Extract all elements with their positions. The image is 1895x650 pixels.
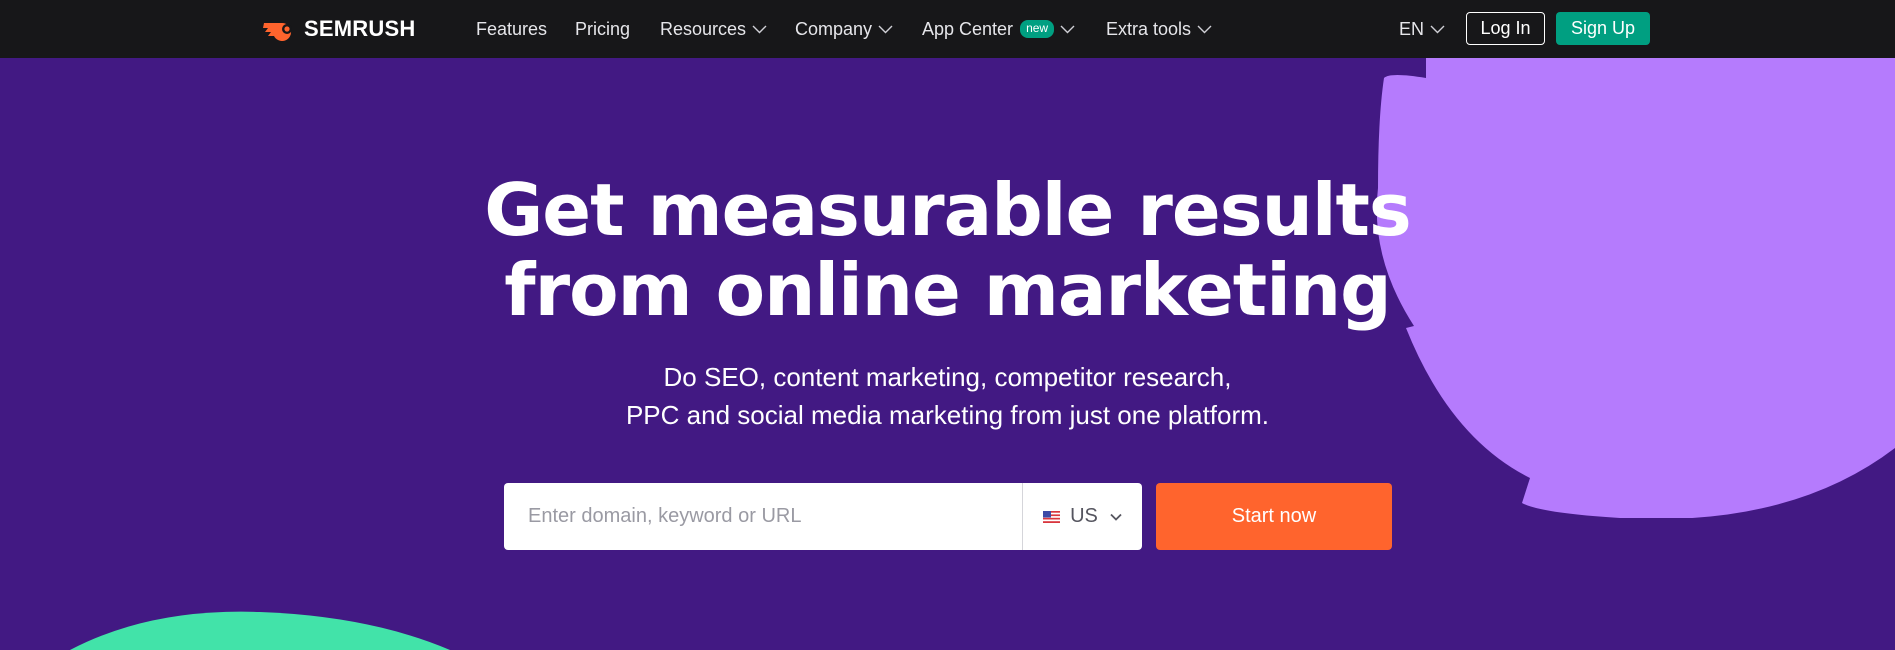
database-selector[interactable]: US	[1022, 483, 1142, 550]
hero-headline-line2: from online marketing	[504, 248, 1391, 332]
nav-app-center-label: App Center	[922, 18, 1014, 39]
chevron-down-icon	[1060, 25, 1075, 33]
green-circle-shape	[70, 611, 450, 650]
hero-headline: Get measurable results from online marke…	[0, 170, 1895, 330]
nav-extra-tools[interactable]: Extra tools	[1106, 0, 1212, 58]
brand-name: SEMRUSH	[304, 16, 416, 41]
chevron-down-icon	[878, 25, 893, 33]
chevron-down-icon	[1197, 25, 1212, 33]
search-input[interactable]	[504, 483, 1022, 550]
hero-subheadline: Do SEO, content marketing, competitor re…	[0, 358, 1895, 434]
nav-pricing-label: Pricing	[575, 18, 631, 39]
nav-company-label: Company	[795, 18, 873, 39]
chevron-down-icon	[1430, 25, 1445, 33]
database-label: US	[1070, 505, 1098, 527]
top-navigation: SEMRUSH Features Pricing Resources Compa…	[0, 0, 1895, 58]
search-form: US	[504, 483, 1142, 550]
nav-app-center[interactable]: App Center new	[922, 0, 1075, 58]
us-flag-icon	[1043, 510, 1061, 523]
new-badge: new	[1020, 20, 1055, 38]
chevron-down-icon	[752, 25, 767, 33]
nav-resources[interactable]: Resources	[660, 0, 767, 58]
hero-headline-line1: Get measurable results	[484, 168, 1412, 252]
hero-subheadline-line1: Do SEO, content marketing, competitor re…	[663, 362, 1232, 392]
language-label: EN	[1399, 18, 1425, 39]
login-button[interactable]: Log In	[1466, 12, 1545, 45]
nav-extra-tools-label: Extra tools	[1106, 18, 1192, 39]
chevron-down-icon	[1110, 513, 1122, 521]
semrush-logo-icon	[263, 22, 292, 41]
start-now-button[interactable]: Start now	[1156, 483, 1392, 550]
nav-features[interactable]: Features	[476, 0, 547, 58]
semrush-logo[interactable]: SEMRUSH	[262, 15, 415, 43]
signup-button[interactable]: Sign Up	[1556, 12, 1650, 45]
nav-pricing[interactable]: Pricing	[575, 0, 630, 58]
nav-company[interactable]: Company	[795, 0, 893, 58]
language-selector[interactable]: EN	[1399, 0, 1445, 58]
hero-subheadline-line2: PPC and social media marketing from just…	[625, 400, 1270, 430]
nav-resources-label: Resources	[660, 18, 747, 39]
nav-features-label: Features	[476, 18, 548, 39]
